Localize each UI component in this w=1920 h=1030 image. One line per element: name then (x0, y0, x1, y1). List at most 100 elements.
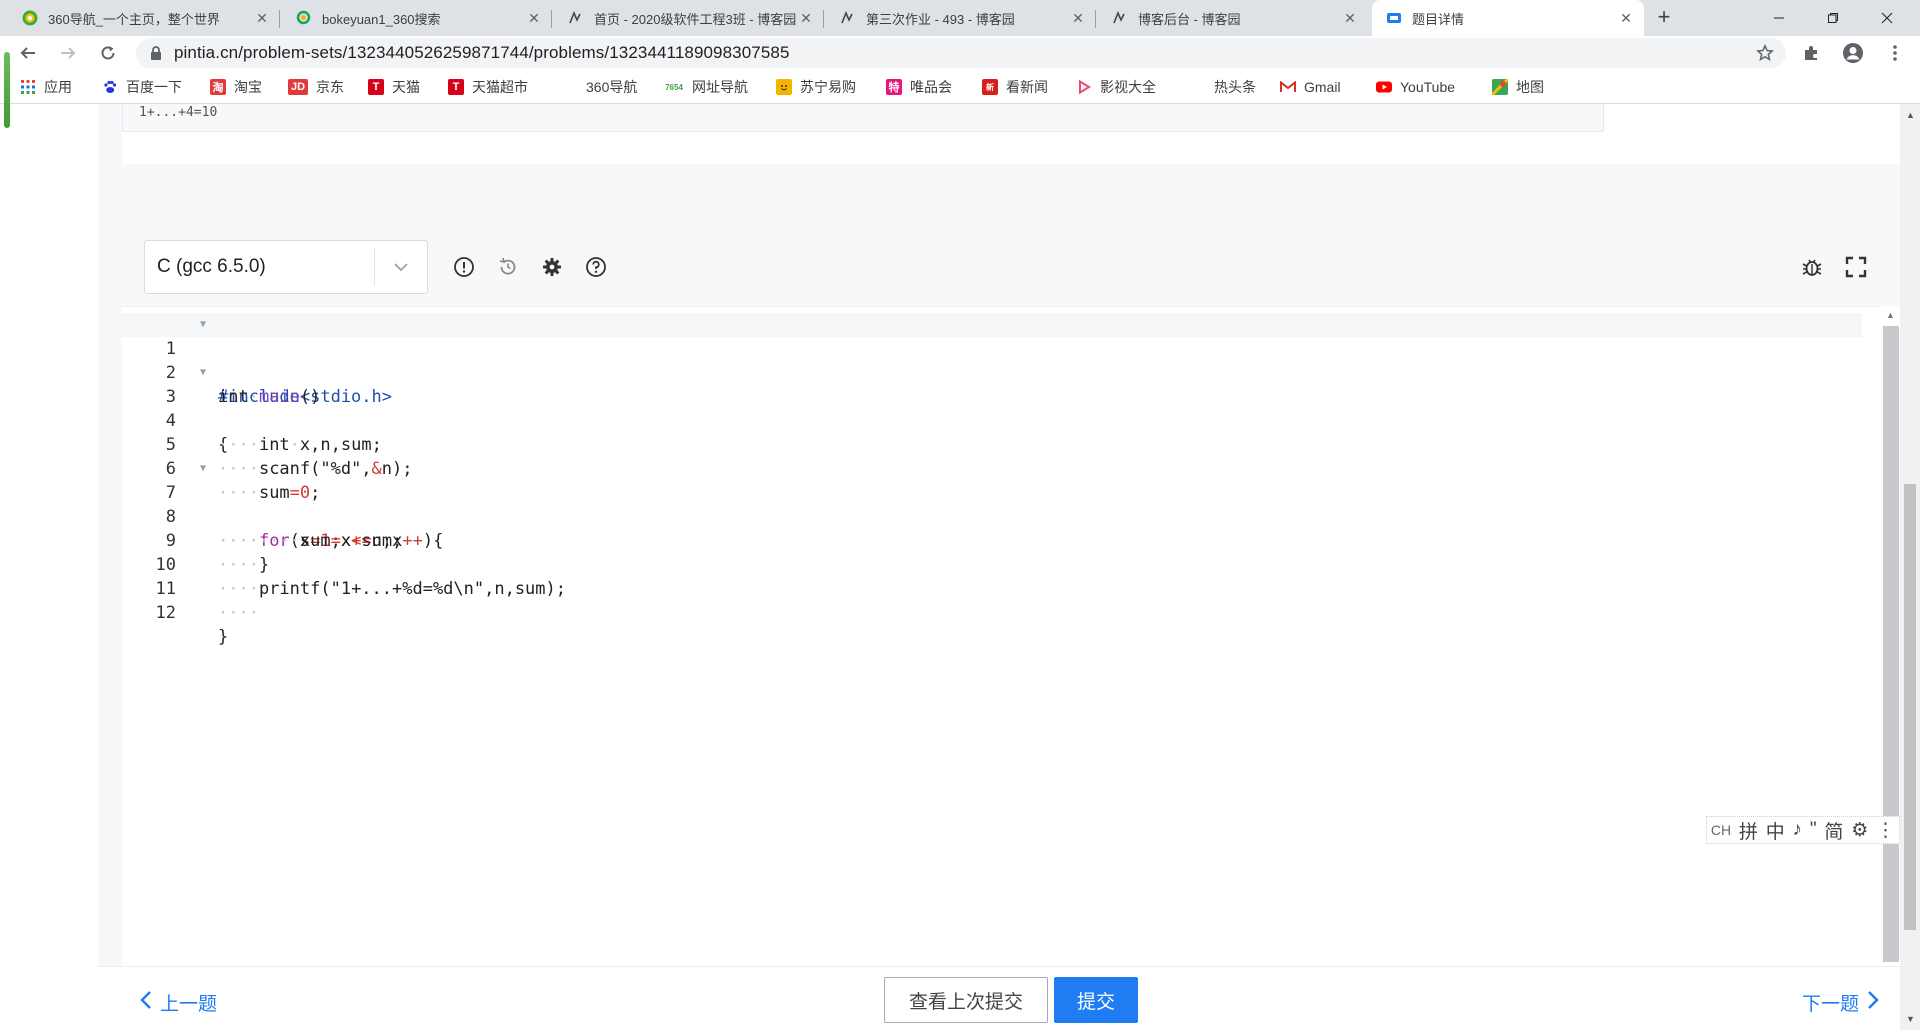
bookmark-apps[interactable]: 应用 (20, 78, 72, 96)
scroll-up-arrow-icon[interactable]: ▲ (1886, 310, 1895, 320)
address-bar[interactable]: pintia.cn/problem-sets/13234405262598717… (136, 38, 1786, 68)
code-line[interactable]: 3 ▼ { (122, 361, 1862, 455)
profile-avatar-icon[interactable] (1842, 42, 1864, 64)
code-line[interactable]: 5 ····scanf("%d",&n); (122, 409, 1862, 479)
debug-bug-icon[interactable] (1800, 255, 1824, 279)
bookmark-360-nav[interactable]: 360导航 (586, 78, 637, 96)
restore-button[interactable] (1810, 0, 1856, 36)
fold-arrow-icon[interactable]: ▼ (200, 313, 206, 337)
code-line[interactable]: 4 ····int·x,n,sum; (122, 385, 1862, 455)
tab-cnblogs-admin[interactable]: 博客后台 - 博客园 ✕ (1098, 0, 1368, 36)
question-circle-icon[interactable] (584, 255, 608, 279)
gear-icon[interactable] (540, 255, 564, 279)
bookmark-video[interactable]: 影视大全 (1076, 78, 1156, 96)
reload-button[interactable] (94, 39, 122, 67)
ime-settings-icon[interactable]: ⚙ (1851, 819, 1868, 842)
minimize-button[interactable] (1756, 0, 1802, 36)
window-close-button[interactable] (1864, 0, 1910, 36)
close-icon[interactable]: ✕ (526, 10, 542, 26)
scroll-thumb[interactable] (1904, 484, 1916, 930)
editor-scrollbar[interactable]: ▲ (1880, 306, 1900, 966)
bookmark-baidu[interactable]: 百度一下 (102, 78, 182, 96)
bookmark-label: 天猫超市 (472, 79, 528, 95)
next-label: 下一题 (1802, 994, 1860, 1015)
bookmark-star-icon[interactable] (1755, 43, 1775, 67)
code-text: } (218, 627, 229, 647)
ime-pinyin-icon[interactable]: 拼 (1739, 817, 1758, 844)
tab-title: 题目详情 (1412, 11, 1465, 27)
ime-more-icon[interactable]: ⋮ (1876, 819, 1895, 842)
fullscreen-icon[interactable] (1844, 255, 1868, 279)
chevron-left-icon (140, 990, 152, 1016)
page-scrollbar[interactable]: ▲ ▼ (1900, 104, 1920, 1030)
bookmark-jd[interactable]: JD 京东 (288, 78, 344, 96)
browser-toolbar: pintia.cn/problem-sets/13234405262598717… (0, 36, 1920, 70)
code-line[interactable]: 12 } (122, 577, 1862, 647)
forward-button[interactable] (54, 39, 82, 67)
tab-360-nav[interactable]: 360导航_一个主页，整个世界 ✕ (8, 0, 280, 36)
code-line[interactable]: 2 int·main() (122, 337, 1862, 407)
submit-button[interactable]: 提交 (1054, 977, 1138, 1023)
bookmark-youtube[interactable]: YouTube (1376, 78, 1455, 96)
code-text: ···· (218, 603, 259, 623)
prev-problem-link[interactable]: 上一题 (140, 989, 217, 1016)
code-line[interactable]: 10 ····printf("1+...+%d=%d\n",n,sum); (122, 529, 1862, 599)
code-line[interactable]: 8 ········sum=x+sum; (122, 481, 1862, 551)
close-icon[interactable]: ✕ (1618, 10, 1634, 26)
ime-moon-icon[interactable]: ♪ (1793, 819, 1803, 841)
tab-cnblogs-homework[interactable]: 第三次作业 - 493 - 博客园 ✕ (826, 0, 1096, 36)
fold-arrow-icon[interactable]: ▼ (200, 361, 206, 385)
bookmark-label: 应用 (44, 79, 72, 95)
bookmark-maps[interactable]: 地图 (1492, 78, 1544, 96)
bookmark-label: 百度一下 (126, 79, 182, 95)
code-line[interactable]: 1 ▼ #include<stdio.h> (122, 313, 1862, 407)
fold-arrow-icon[interactable]: ▼ (200, 457, 206, 481)
language-select[interactable]: C (gcc 6.5.0) (144, 240, 428, 294)
chevron-down-icon (375, 262, 427, 272)
bookmark-vip[interactable]: 特 唯品会 (886, 78, 952, 96)
tab-title: 首页 - 2020级软件工程3班 - 博客园 (594, 11, 797, 27)
bookmark-gmail[interactable]: Gmail (1280, 78, 1341, 96)
history-icon[interactable] (496, 255, 520, 279)
chevron-right-icon (1867, 990, 1879, 1016)
back-button[interactable] (14, 39, 42, 67)
code-line[interactable]: 7 ▼ ····for(x=1;x<=n;x++){ (122, 457, 1862, 551)
code-line[interactable]: 11 ···· (122, 553, 1862, 623)
sample-output-text: 1+...+4=10 (139, 105, 218, 120)
close-icon[interactable]: ✕ (1070, 10, 1086, 26)
exclamation-circle-icon[interactable] (452, 255, 476, 279)
extensions-puzzle-icon[interactable] (1800, 42, 1822, 64)
code-editor[interactable]: 1 ▼ #include<stdio.h> 2 int·main() 3 ▼ {… (122, 306, 1880, 966)
ime-punctuation-icon[interactable]: " (1810, 819, 1817, 841)
bookmark-hot-news[interactable]: 热头条 (1214, 78, 1256, 96)
tab-cnblogs-home[interactable]: 首页 - 2020级软件工程3班 - 博客园 ✕ (554, 0, 824, 36)
tab-strip: 360导航_一个主页，整个世界 ✕ bokeyuan1_360搜索 ✕ 首页 -… (0, 0, 1920, 36)
tab-360-search[interactable]: bokeyuan1_360搜索 ✕ (282, 0, 552, 36)
next-problem-link[interactable]: 下一题 (1802, 989, 1879, 1016)
close-icon[interactable]: ✕ (1342, 10, 1358, 26)
bookmark-tmall-market[interactable]: T 天猫超市 (448, 78, 528, 96)
code-line[interactable]: 6 ····sum=0; (122, 433, 1862, 503)
code-line[interactable]: 9 ····} (122, 505, 1862, 575)
ime-ch-label[interactable]: CH (1711, 822, 1731, 838)
bookmark-suning[interactable]: 苏宁易购 (776, 78, 856, 96)
scroll-down-arrow-icon[interactable]: ▼ (1906, 1014, 1915, 1024)
bookmark-label: YouTube (1400, 79, 1456, 95)
close-icon[interactable]: ✕ (254, 10, 270, 26)
scroll-thumb[interactable] (1883, 326, 1899, 962)
bookmark-tmall[interactable]: T 天猫 (368, 78, 420, 96)
bookmark-taobao[interactable]: 淘 淘宝 (210, 78, 262, 96)
scroll-up-arrow-icon[interactable]: ▲ (1906, 110, 1915, 120)
close-icon[interactable]: ✕ (798, 10, 814, 26)
news-icon: 新 (982, 79, 998, 95)
browser-menu-icon[interactable] (1884, 42, 1906, 64)
gmail-icon (1280, 79, 1296, 95)
bookmark-url-nav[interactable]: 7654 网址导航 (664, 78, 748, 96)
bookmark-news[interactable]: 新 看新闻 (982, 78, 1048, 96)
tab-problem-detail[interactable]: 题目详情 ✕ (1372, 0, 1644, 36)
tab-separator (551, 10, 552, 28)
view-last-submission-button[interactable]: 查看上次提交 (884, 977, 1048, 1023)
ime-chinese-mode[interactable]: 中 (1766, 817, 1785, 844)
new-tab-button[interactable]: + (1652, 6, 1676, 30)
ime-simplified-mode[interactable]: 简 (1824, 817, 1843, 844)
